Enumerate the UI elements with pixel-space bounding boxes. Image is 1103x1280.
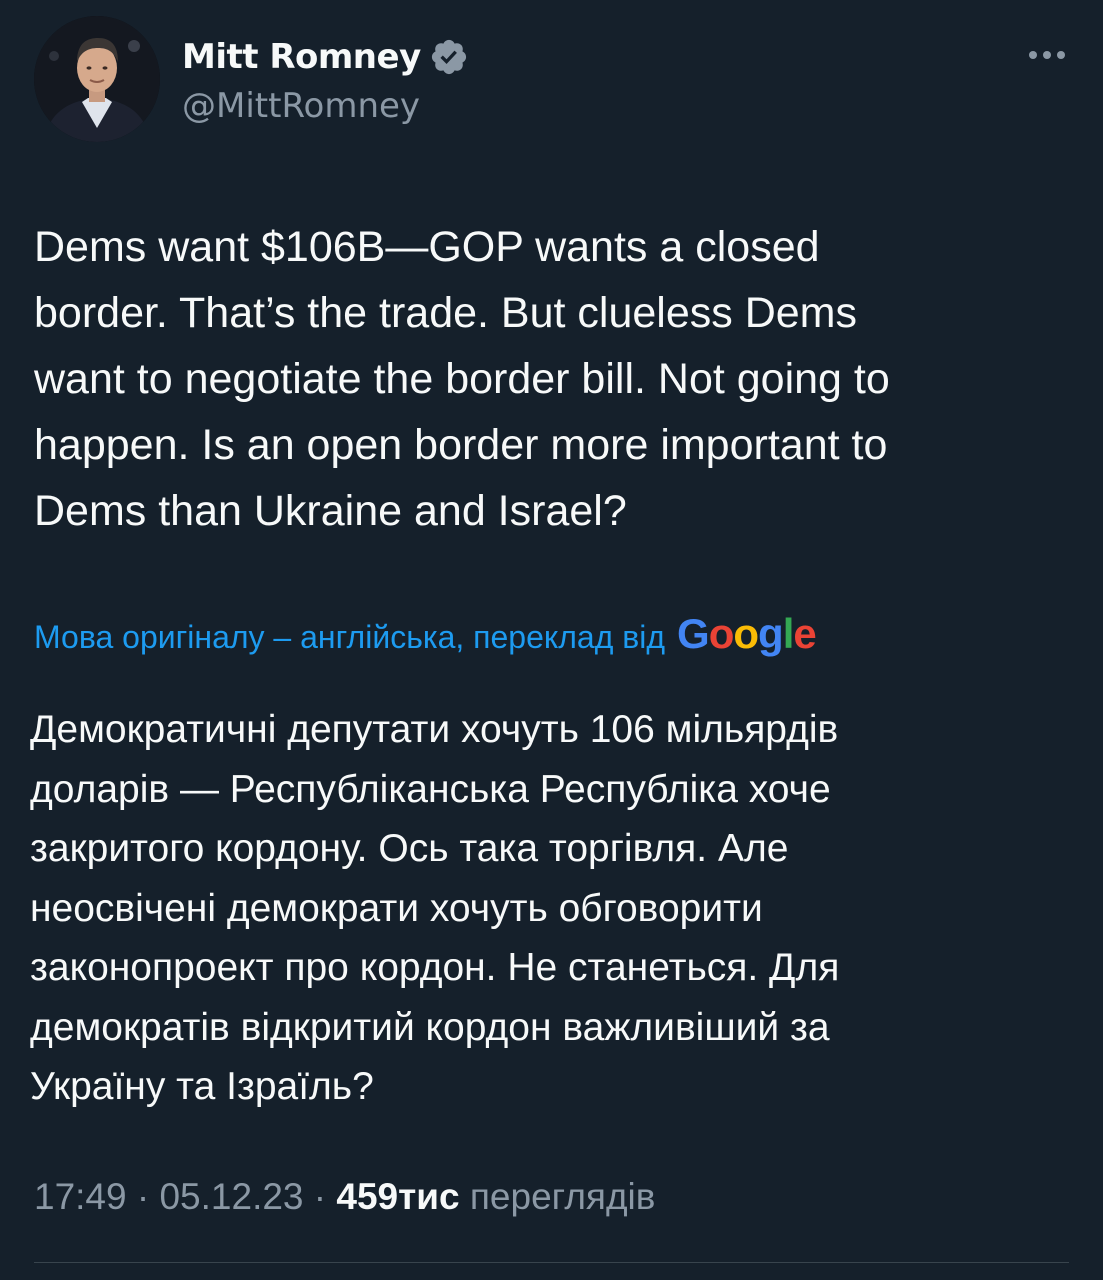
views-label: переглядів (469, 1176, 656, 1217)
google-logo-letter: G (677, 610, 710, 657)
tweet-body-text: Dems want $106B—GOP wants a closed borde… (34, 223, 890, 535)
tweet-header: Mitt Romney @MittRomney (34, 16, 1077, 146)
author-handle[interactable]: @MittRomney (182, 86, 420, 126)
tweet-metadata: 17:49 · 05.12.23 · 459тис переглядів (34, 1176, 655, 1218)
author-avatar[interactable] (34, 16, 160, 142)
translation-note-link[interactable]: Мова оригіналу – англійська, переклад ві… (34, 619, 665, 656)
more-options-button[interactable] (1023, 40, 1071, 70)
tweet-time[interactable]: 17:49 (34, 1176, 127, 1217)
author-name-row[interactable]: Mitt Romney (182, 35, 469, 79)
views-count: 459тис (336, 1176, 460, 1217)
tweet-date[interactable]: 05.12.23 (159, 1176, 303, 1217)
divider (34, 1262, 1069, 1263)
tweet-card: Mitt Romney @MittRomney Dems want $106B—… (0, 0, 1103, 1280)
more-horizontal-icon-dot (1043, 51, 1051, 59)
translated-tweet-text: Демократичні депутати хочуть 106 мільярд… (30, 708, 840, 1108)
google-logo: Google (677, 610, 817, 658)
verified-badge-icon[interactable] (429, 37, 469, 77)
google-logo-letter: l (782, 610, 795, 657)
google-logo-letter: g (758, 610, 784, 657)
more-horizontal-icon (1029, 51, 1037, 59)
meta-separator: · (126, 1176, 160, 1217)
google-logo-letter: e (793, 610, 816, 657)
google-logo-letter: o (708, 610, 735, 657)
translation-attribution[interactable]: Мова оригіналу – англійська, переклад ві… (34, 610, 817, 658)
author-display-name[interactable]: Mitt Romney (182, 37, 421, 77)
meta-separator: · (303, 1176, 337, 1217)
more-horizontal-icon-dot (1057, 51, 1065, 59)
google-logo-letter: o (733, 610, 759, 657)
avatar-photo (34, 16, 160, 142)
